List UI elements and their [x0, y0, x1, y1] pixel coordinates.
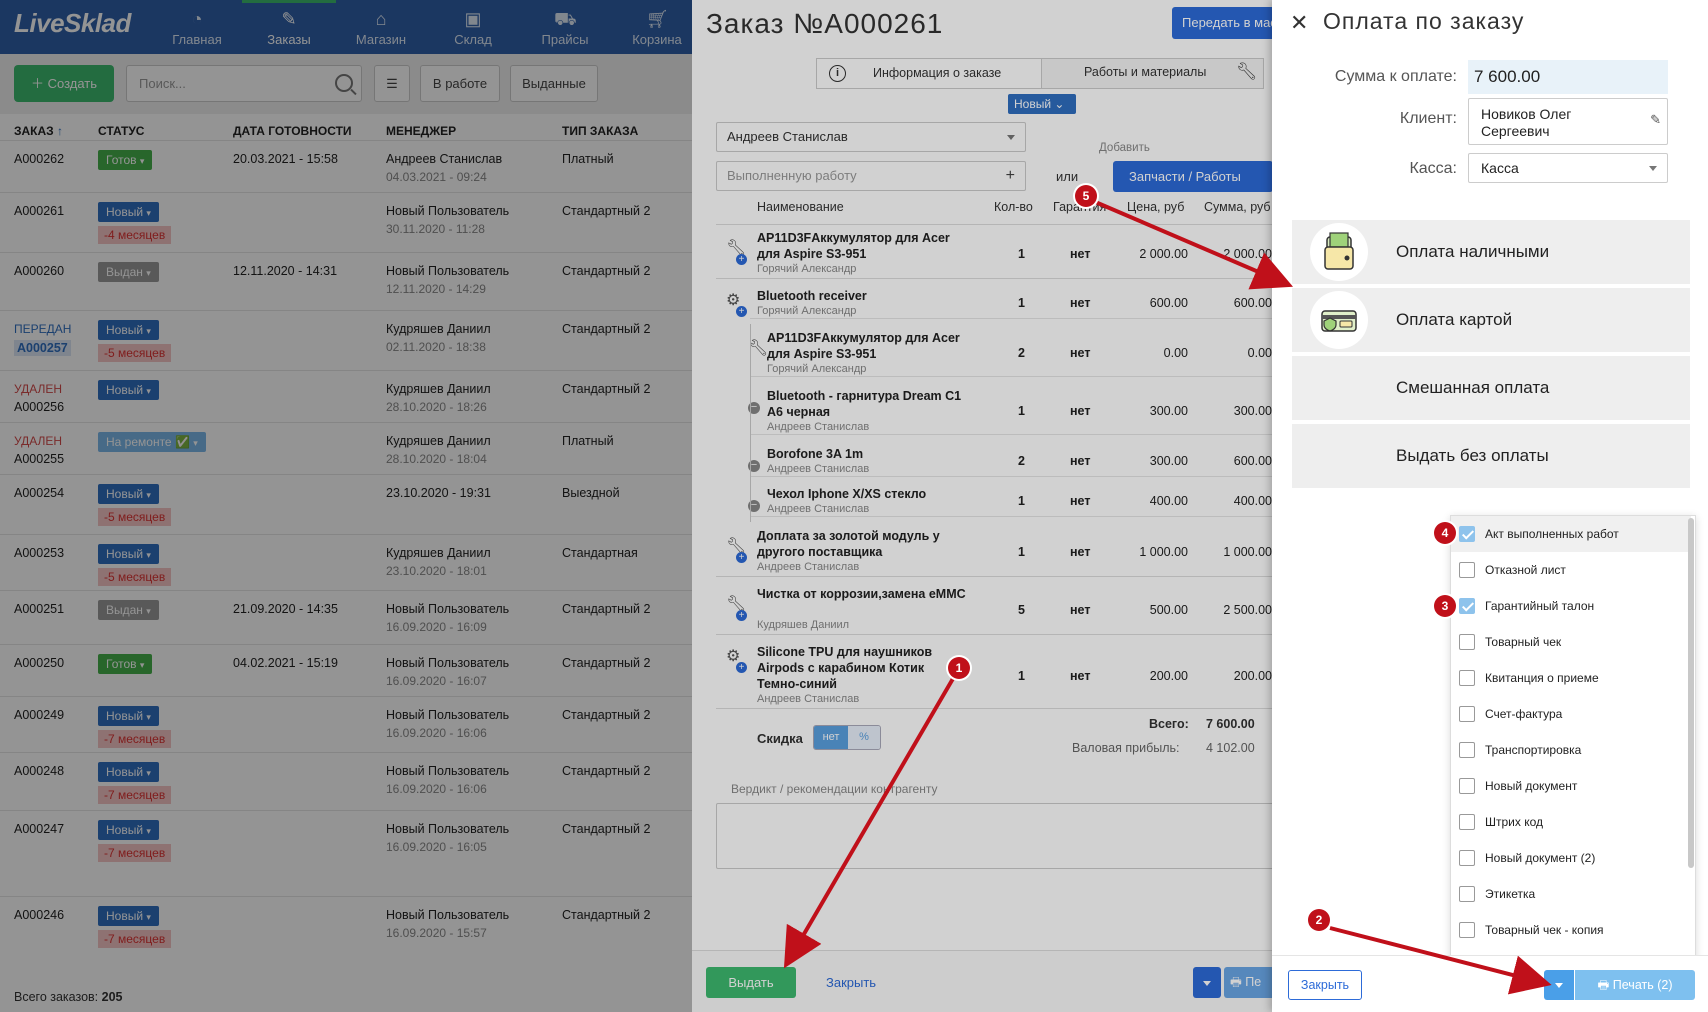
print-doc-label: Этикетка	[1485, 887, 1536, 901]
checkbox[interactable]	[1459, 742, 1475, 758]
print-doc-option[interactable]: Товарный чек	[1451, 624, 1691, 660]
wallet-icon	[1310, 223, 1368, 281]
checkbox[interactable]	[1459, 562, 1475, 578]
cash-payment-label: Оплата наличными	[1396, 242, 1550, 261]
checkbox[interactable]	[1459, 778, 1475, 794]
print-doc-option[interactable]: Акт выполненных работ	[1451, 516, 1691, 552]
checkbox[interactable]	[1459, 814, 1475, 830]
print-doc-option[interactable]: Новый документ (2)	[1451, 840, 1691, 876]
marker-5: 5	[1075, 185, 1097, 207]
print-doc-label: Штрих код	[1485, 815, 1544, 829]
pencil-icon[interactable]: ✎	[1650, 111, 1661, 128]
print-doc-option[interactable]: Товарный чек - копия	[1451, 912, 1691, 948]
print-doc-option[interactable]: Счет-фактура	[1451, 696, 1691, 732]
close-payment-button[interactable]: Закрыть	[1288, 970, 1362, 1000]
marker-2: 2	[1308, 909, 1330, 931]
print-doc-label: Товарный чек	[1485, 635, 1562, 649]
panel-dimmer	[692, 0, 1272, 1012]
payment-title: Оплата по заказу	[1323, 8, 1525, 34]
marker-3: 3	[1434, 595, 1456, 617]
card-payment-label: Оплата картой	[1396, 310, 1513, 329]
sum-label: Сумма к оплате:	[1334, 68, 1457, 85]
close-icon[interactable]: ✕	[1290, 10, 1308, 36]
print-doc-option[interactable]: Отказной лист	[1451, 552, 1691, 588]
dropdown-scrollbar[interactable]	[1688, 518, 1694, 868]
checkbox[interactable]	[1459, 922, 1475, 938]
print-doc-label: Счет-фактура	[1485, 707, 1563, 721]
print-doc-label: Новый документ	[1485, 779, 1578, 793]
marker-1: 1	[948, 657, 970, 679]
kassa-label: Касса:	[1409, 160, 1457, 177]
chevron-down-icon	[1649, 166, 1657, 171]
checkbox[interactable]	[1459, 886, 1475, 902]
print-doc-label: Новый документ (2)	[1485, 851, 1596, 865]
print-selected-button[interactable]: 🖶︎ Печать (2)	[1575, 970, 1695, 1000]
card-payment-button[interactable]: Оплата картой	[1292, 288, 1690, 352]
print-documents-dropdown: Акт выполненных работ Отказной лист Гарант…	[1450, 515, 1696, 977]
issue-without-payment-button[interactable]: Выдать без оплаты	[1292, 424, 1690, 488]
marker-4: 4	[1434, 522, 1456, 544]
sum-input[interactable]: 7 600.00	[1468, 60, 1668, 94]
client-label: Клиент:	[1399, 110, 1457, 127]
mixed-payment-button[interactable]: Смешанная оплата	[1292, 356, 1690, 420]
print-doc-label: Транспортировка	[1485, 743, 1582, 757]
chevron-down-icon	[1555, 983, 1563, 988]
cash-payment-button[interactable]: Оплата наличными	[1292, 220, 1690, 284]
print-doc-label: Товарный чек - копия	[1485, 923, 1604, 937]
print-doc-label: Акт выполненных работ	[1485, 527, 1619, 541]
print-doc-label: Отказной лист	[1485, 563, 1566, 577]
kassa-select[interactable]: Касса	[1468, 153, 1668, 183]
checkbox[interactable]	[1459, 706, 1475, 722]
checkbox[interactable]	[1459, 670, 1475, 686]
modal-backdrop[interactable]	[0, 0, 692, 1012]
print-doc-option[interactable]: Квитанция о приеме	[1451, 660, 1691, 696]
client-field[interactable]: Новиков Олег Сергеевич ✎	[1468, 98, 1668, 145]
print-doc-option[interactable]: Этикетка	[1451, 876, 1691, 912]
print-doc-option[interactable]: Новый документ	[1451, 768, 1691, 804]
checkbox[interactable]	[1459, 850, 1475, 866]
print-doc-option[interactable]: Штрих код	[1451, 804, 1691, 840]
print-doc-label: Квитанция о приеме	[1485, 671, 1599, 685]
print-doc-option[interactable]: Гарантийный талон	[1451, 588, 1691, 624]
checkbox[interactable]	[1459, 526, 1475, 542]
print-doc-option[interactable]: Транспортировка	[1451, 732, 1691, 768]
print-doc-label: Гарантийный талон	[1485, 599, 1595, 613]
checkbox[interactable]	[1459, 598, 1475, 614]
checkbox[interactable]	[1459, 634, 1475, 650]
credit-card-icon	[1310, 291, 1368, 349]
print-options-toggle[interactable]	[1544, 970, 1574, 1000]
